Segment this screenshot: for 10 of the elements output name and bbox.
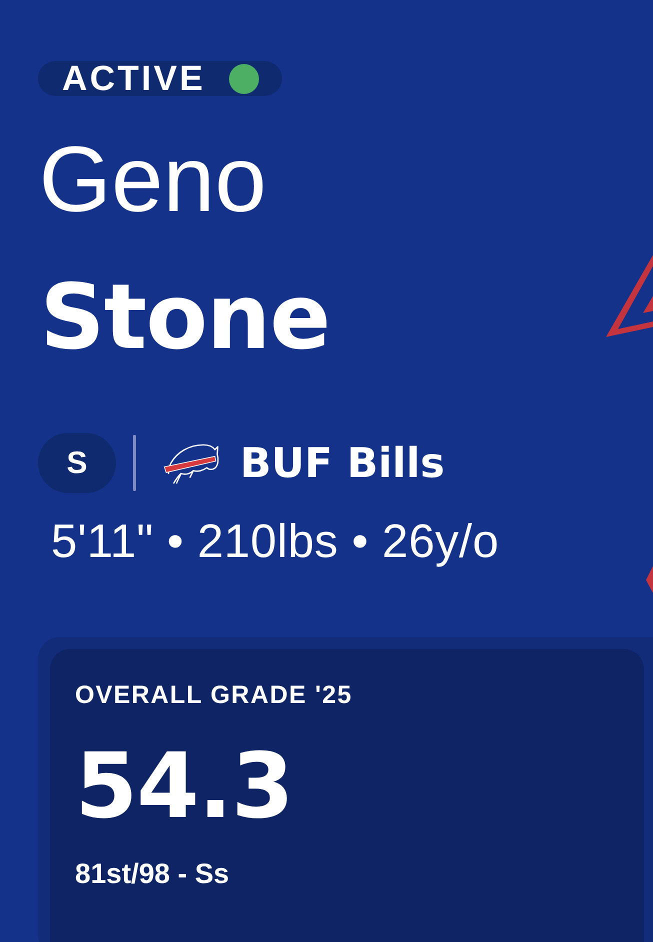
first-name: Geno xyxy=(39,133,267,226)
position-badge: S xyxy=(38,433,116,493)
team-name: BUF Bills xyxy=(240,442,445,484)
triangle-tip xyxy=(646,566,653,593)
last-name: Stone xyxy=(40,273,330,363)
grade-value: 54.3 xyxy=(75,742,294,832)
status-label: ACTIVE xyxy=(62,61,206,96)
buffalo-logo-icon xyxy=(162,442,220,484)
grade-title: OVERALL GRADE '25 xyxy=(75,683,354,708)
grade-rank: 81st/98 - Ss xyxy=(75,860,230,888)
